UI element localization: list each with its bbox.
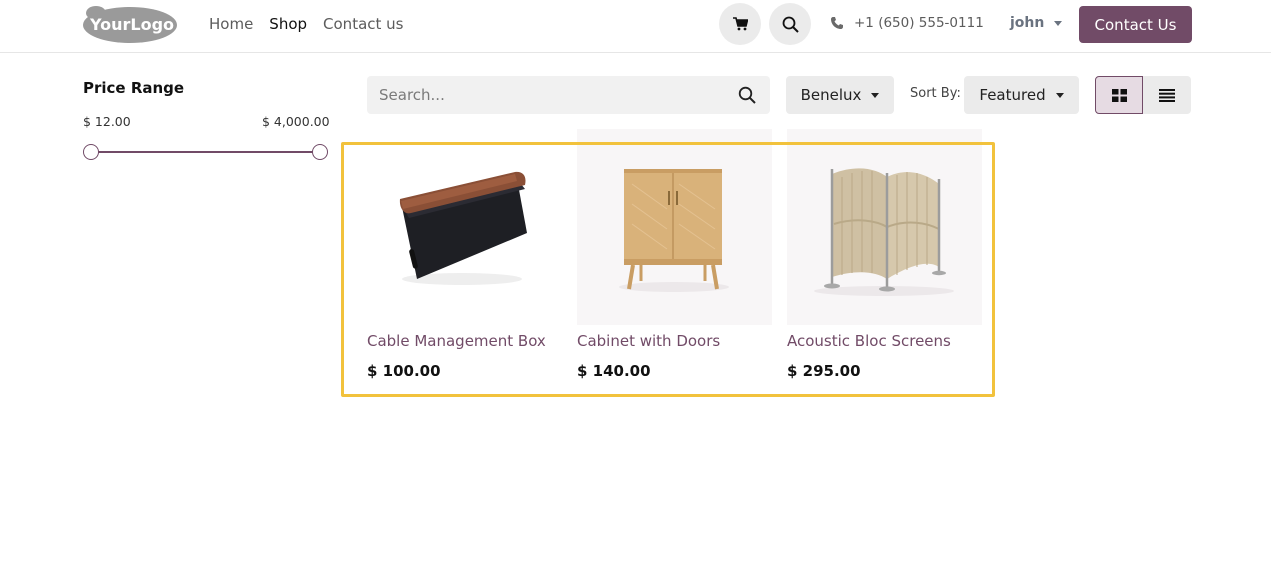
list-icon xyxy=(1159,88,1175,102)
grid-view-button[interactable] xyxy=(1095,76,1143,114)
search-icon xyxy=(782,16,799,33)
logo[interactable]: YourLogo xyxy=(82,5,178,45)
search-input[interactable] xyxy=(367,76,727,114)
product-image-cabinet[interactable] xyxy=(577,129,772,325)
sort-by-label: Sort By: xyxy=(910,86,961,101)
product-name[interactable]: Acoustic Bloc Screens xyxy=(787,332,951,350)
search-icon[interactable] xyxy=(738,86,756,104)
user-name: john xyxy=(1010,15,1045,31)
sort-value: Featured xyxy=(979,86,1046,104)
price-min-label: $ 12.00 xyxy=(83,114,131,129)
chevron-down-icon xyxy=(871,92,880,98)
cart-icon xyxy=(732,17,748,31)
phone-link[interactable]: +1 (650) 555-0111 xyxy=(830,15,984,31)
product-price: $ 295.00 xyxy=(787,362,861,380)
price-range-max-handle[interactable] xyxy=(312,144,328,160)
chevron-down-icon xyxy=(1054,20,1063,26)
pricelist-dropdown[interactable]: Benelux xyxy=(786,76,894,114)
site-header: YourLogo Home Shop Contact us +1 (650) 5… xyxy=(0,0,1271,53)
product-card[interactable]: Cabinet with Doors $ 140.00 xyxy=(577,129,772,380)
product-search xyxy=(367,76,770,114)
nav-shop[interactable]: Shop xyxy=(269,14,307,34)
product-price: $ 100.00 xyxy=(367,362,441,380)
nav-home[interactable]: Home xyxy=(209,14,253,34)
cart-button[interactable] xyxy=(719,3,761,45)
chevron-down-icon xyxy=(1055,92,1064,98)
product-image-acoustic-screens[interactable] xyxy=(787,129,982,325)
grid-icon xyxy=(1111,88,1127,102)
price-range-title: Price Range xyxy=(83,79,185,97)
product-card[interactable]: Acoustic Bloc Screens $ 295.00 xyxy=(787,129,982,380)
contact-us-button[interactable]: Contact Us xyxy=(1079,6,1192,43)
main-nav: Home Shop Contact us xyxy=(209,14,419,34)
product-name[interactable]: Cabinet with Doors xyxy=(577,332,720,350)
sort-dropdown[interactable]: Featured xyxy=(964,76,1079,114)
product-price: $ 140.00 xyxy=(577,362,651,380)
product-card[interactable]: Cable Management Box $ 100.00 xyxy=(367,129,562,380)
user-menu[interactable]: john xyxy=(1010,15,1063,31)
price-range-min-handle[interactable] xyxy=(83,144,99,160)
logo-text: YourLogo xyxy=(89,15,174,34)
view-mode-toggle xyxy=(1095,76,1192,114)
product-image-cable-box[interactable] xyxy=(367,129,562,325)
header-search-button[interactable] xyxy=(769,3,811,45)
price-range-track[interactable] xyxy=(91,151,320,153)
list-view-button[interactable] xyxy=(1143,76,1191,114)
phone-number: +1 (650) 555-0111 xyxy=(854,15,984,31)
phone-icon xyxy=(831,17,843,29)
nav-contact-us[interactable]: Contact us xyxy=(323,14,403,34)
product-name[interactable]: Cable Management Box xyxy=(367,332,546,350)
price-max-label: $ 4,000.00 xyxy=(262,114,330,129)
pricelist-value: Benelux xyxy=(800,86,862,104)
